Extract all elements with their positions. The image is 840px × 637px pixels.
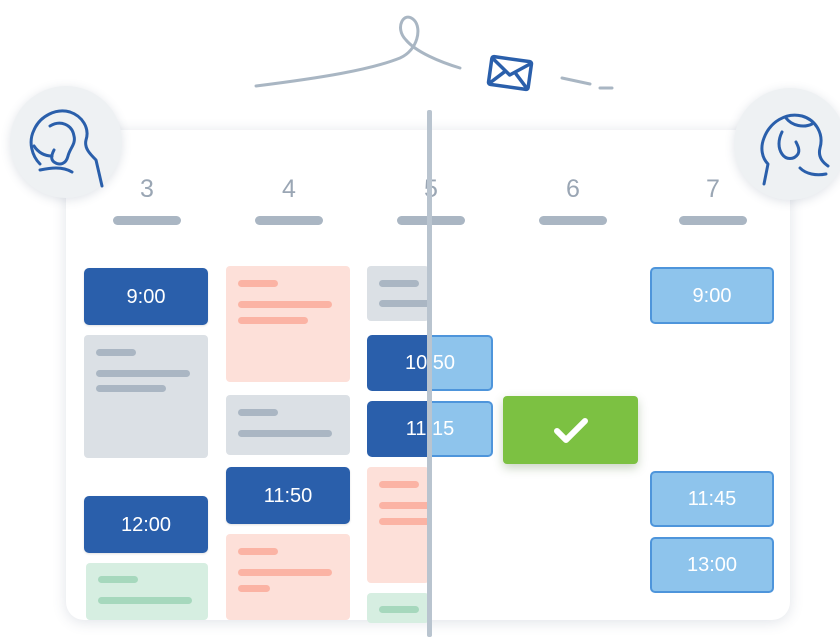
message-thread [254, 15, 614, 90]
busy-block [367, 593, 429, 623]
time-slot-booked[interactable]: 9:00 [84, 268, 208, 325]
time-slot-available[interactable]: 11:45 [650, 471, 774, 527]
busy-block [226, 534, 350, 620]
checkmark-icon [553, 418, 588, 443]
busy-block [86, 563, 208, 620]
busy-block [226, 266, 350, 382]
time-slot-booked[interactable]: 12:00 [84, 496, 208, 553]
busy-block [367, 467, 429, 583]
avatar-right [734, 88, 840, 200]
time-slot-booked[interactable]: 11:50 [226, 467, 350, 524]
woman-portrait-icon [29, 109, 104, 188]
envelope-icon [486, 54, 534, 92]
day-underline [113, 216, 181, 225]
day-underline [255, 216, 323, 225]
scheduling-illustration: 3 4 5 6 7 9:00 12:00 11:50 10: [0, 0, 840, 637]
day-label-3: 3 [140, 175, 154, 203]
day-label-4: 4 [282, 175, 296, 203]
woman-portrait-icon [760, 113, 830, 186]
day-underline [539, 216, 607, 225]
confirm-button[interactable] [503, 396, 638, 464]
busy-block [226, 395, 350, 455]
time-slot-available[interactable]: 9:00 [650, 267, 774, 324]
avatar-left [10, 86, 122, 198]
busy-block [84, 335, 208, 458]
day-label-6: 6 [566, 175, 580, 203]
day-underline [679, 216, 747, 225]
time-slot-available[interactable]: 13:00 [650, 537, 774, 593]
split-divider [427, 110, 432, 637]
busy-block [367, 266, 429, 321]
